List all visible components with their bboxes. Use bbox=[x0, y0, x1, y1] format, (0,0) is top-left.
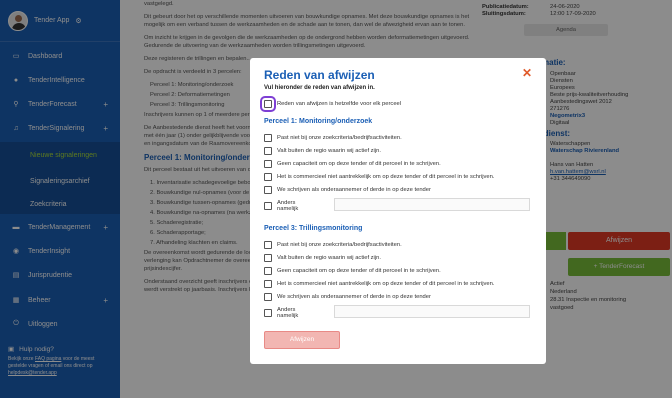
reason-label: Geen capaciteit om op deze tender of dit… bbox=[277, 268, 441, 274]
reason-option-row[interactable]: Valt buiten de regio waarin wij actief z… bbox=[264, 147, 381, 155]
reason-label: Past niet bij onze zoekcriteria/bedrijfs… bbox=[277, 242, 402, 248]
reason-label: Past niet bij onze zoekcriteria/bedrijfs… bbox=[277, 135, 402, 141]
reason-checkbox[interactable] bbox=[264, 134, 272, 142]
reason-label: Geen capaciteit om op deze tender of dit… bbox=[277, 161, 441, 167]
anders-label: Anders namelijk bbox=[277, 307, 299, 319]
reason-option-row[interactable]: Past niet bij onze zoekcriteria/bedrijfs… bbox=[264, 134, 402, 142]
section-title-perceel-1: Perceel 1: Monitoring/onderzoek bbox=[264, 118, 373, 125]
anders-text-input[interactable] bbox=[334, 305, 530, 318]
anders-text-input[interactable] bbox=[334, 198, 530, 211]
reason-checkbox[interactable] bbox=[264, 186, 272, 194]
section-title-perceel-3: Perceel 3: Trillingsmonitoring bbox=[264, 225, 363, 232]
reject-submit-button[interactable]: Afwijzen bbox=[264, 331, 340, 349]
modal-title: Reden van afwijzen bbox=[264, 68, 375, 82]
reason-checkbox[interactable] bbox=[264, 147, 272, 155]
close-icon[interactable]: ✕ bbox=[522, 66, 532, 80]
reason-option-row[interactable]: Past niet bij onze zoekcriteria/bedrijfs… bbox=[264, 241, 402, 249]
reject-reason-modal: Reden van afwijzen ✕ Vul hieronder de re… bbox=[250, 58, 546, 364]
reason-checkbox[interactable] bbox=[264, 241, 272, 249]
modal-subtitle: Vul hieronder de reden van afwijzen in. bbox=[264, 85, 375, 91]
reason-checkbox[interactable] bbox=[264, 280, 272, 288]
reason-option-row[interactable]: Het is commercieel niet aantrekkelijk om… bbox=[264, 173, 495, 181]
reason-label: Valt buiten de regio waarin wij actief z… bbox=[277, 255, 381, 261]
reason-option-row[interactable]: Geen capaciteit om op deze tender of dit… bbox=[264, 160, 441, 168]
reason-label: Het is commercieel niet aantrekkelijk om… bbox=[277, 174, 495, 180]
same-reason-row[interactable]: Reden van afwijzen is hetzelfde voor elk… bbox=[260, 96, 402, 112]
reason-label: Het is commercieel niet aantrekkelijk om… bbox=[277, 281, 495, 287]
reason-label: We schrijven als onderaannemer of derde … bbox=[277, 187, 431, 193]
reason-option-row[interactable]: We schrijven als onderaannemer of derde … bbox=[264, 293, 431, 301]
reason-checkbox[interactable] bbox=[264, 160, 272, 168]
reason-option-row[interactable]: Valt buiten de regio waarin wij actief z… bbox=[264, 254, 381, 262]
same-reason-checkbox[interactable] bbox=[260, 96, 276, 112]
reason-label: We schrijven als onderaannemer of derde … bbox=[277, 294, 431, 300]
reason-option-row[interactable]: Het is commercieel niet aantrekkelijk om… bbox=[264, 280, 495, 288]
reason-option-row[interactable]: We schrijven als onderaannemer of derde … bbox=[264, 186, 431, 194]
reason-label: Valt buiten de regio waarin wij actief z… bbox=[277, 148, 381, 154]
anders-label: Anders namelijk bbox=[277, 200, 299, 212]
reason-checkbox[interactable] bbox=[264, 173, 272, 181]
anders-row[interactable]: Anders namelijk bbox=[264, 307, 305, 319]
reason-option-row[interactable]: Geen capaciteit om op deze tender of dit… bbox=[264, 267, 441, 275]
anders-checkbox[interactable] bbox=[264, 309, 272, 317]
anders-checkbox[interactable] bbox=[264, 202, 272, 210]
same-reason-label: Reden van afwijzen is hetzelfde voor elk… bbox=[277, 101, 402, 107]
reason-checkbox[interactable] bbox=[264, 254, 272, 262]
reason-checkbox[interactable] bbox=[264, 293, 272, 301]
anders-row[interactable]: Anders namelijk bbox=[264, 200, 305, 212]
reason-checkbox[interactable] bbox=[264, 267, 272, 275]
